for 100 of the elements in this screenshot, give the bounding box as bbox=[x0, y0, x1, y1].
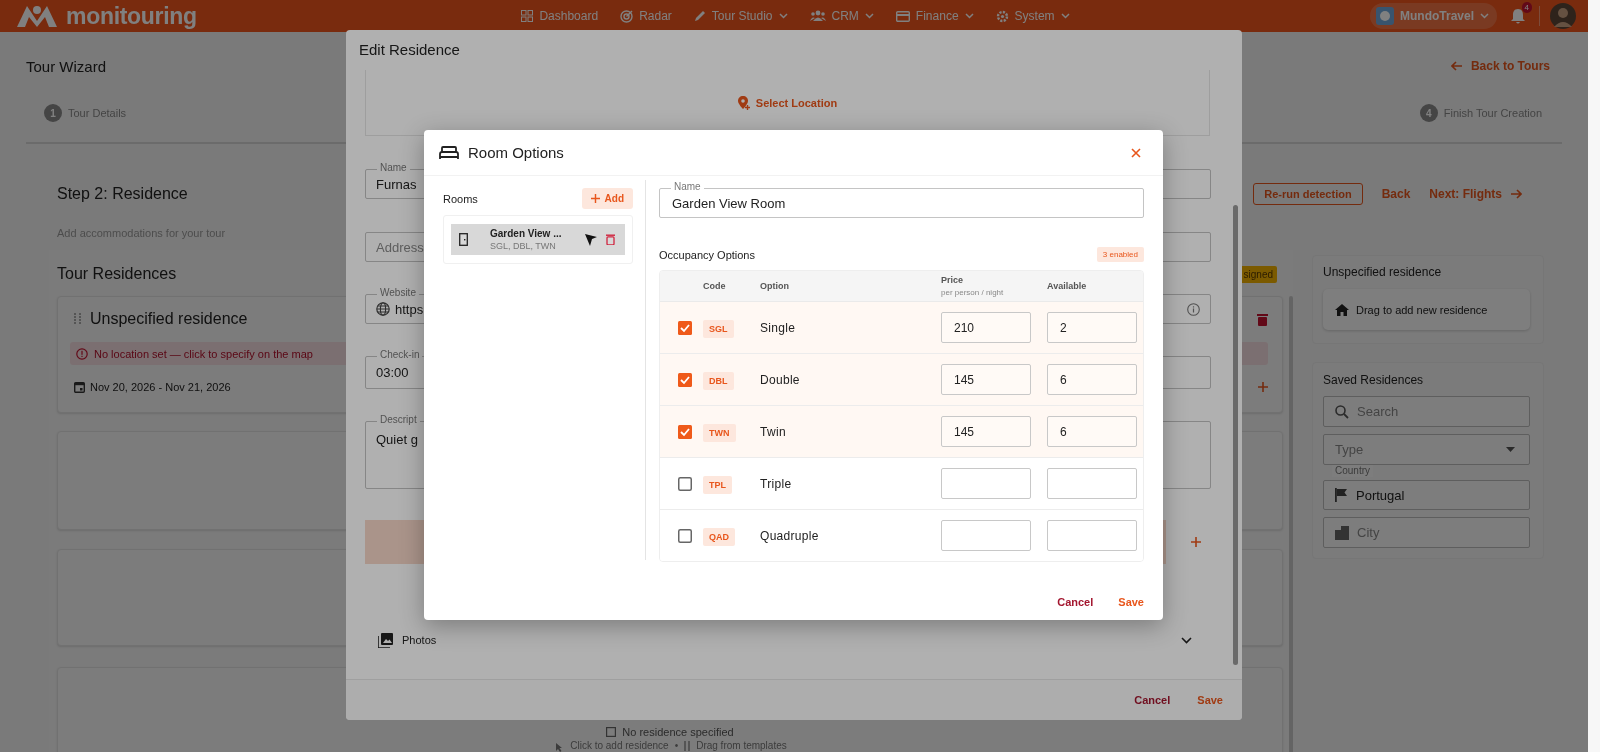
avatar-icon[interactable] bbox=[1550, 3, 1576, 29]
gear-icon bbox=[995, 9, 1009, 23]
price-input[interactable] bbox=[941, 520, 1031, 551]
nav-menu-item[interactable]: Tour Studio bbox=[693, 9, 788, 23]
search-field[interactable]: Search bbox=[1323, 396, 1530, 427]
people-icon bbox=[809, 10, 826, 22]
column-header: Available bbox=[1047, 281, 1088, 291]
door-icon bbox=[459, 233, 468, 246]
back-link[interactable]: Back to Tours bbox=[1450, 59, 1550, 73]
checkbox[interactable] bbox=[678, 424, 692, 439]
option-name: Quadruple bbox=[760, 528, 820, 543]
cancel-button[interactable]: Cancel bbox=[1057, 596, 1094, 608]
company-logo-icon bbox=[1376, 7, 1394, 25]
checkbox[interactable] bbox=[678, 372, 692, 387]
dialog-title: Edit Residence bbox=[358, 40, 461, 60]
nav-menu-item[interactable]: CRM bbox=[809, 9, 874, 23]
step-title: Step 2: Residence bbox=[57, 185, 188, 203]
trash-icon[interactable] bbox=[1257, 312, 1268, 326]
price-input[interactable]: 145 bbox=[941, 416, 1031, 447]
available-input[interactable] bbox=[1047, 468, 1137, 499]
option-name: Triple bbox=[760, 476, 793, 491]
column-header: Option bbox=[760, 281, 790, 291]
info-icon[interactable] bbox=[1187, 302, 1200, 316]
room-list-item[interactable]: Garden View ... SGL, DBL, TWN bbox=[451, 224, 625, 255]
trash-icon[interactable] bbox=[606, 234, 615, 245]
dialog-title: Room Options bbox=[468, 144, 564, 161]
code-tag: DBL bbox=[703, 371, 734, 390]
column-header: Price bbox=[941, 275, 965, 285]
nav-menu-item[interactable]: Radar bbox=[620, 9, 672, 23]
available-input[interactable]: 6 bbox=[1047, 364, 1137, 395]
save-button[interactable]: Save bbox=[1118, 596, 1144, 608]
code-tag: TPL bbox=[703, 475, 732, 494]
available-input[interactable] bbox=[1047, 520, 1137, 551]
flag-icon bbox=[1335, 488, 1348, 502]
count-badge: 3 enabled bbox=[1096, 247, 1144, 262]
type-select[interactable]: Type bbox=[1323, 434, 1530, 465]
notifications-button[interactable]: 4 bbox=[1507, 5, 1529, 27]
page-title: Tour Wizard bbox=[26, 57, 107, 75]
available-input[interactable]: 6 bbox=[1047, 416, 1137, 447]
room-codes: SGL, DBL, TWN bbox=[490, 239, 557, 252]
cancel-button[interactable]: Cancel bbox=[1134, 694, 1171, 706]
bed-icon bbox=[439, 145, 459, 160]
close-icon[interactable] bbox=[1131, 147, 1141, 158]
arrow-left-icon bbox=[1450, 61, 1463, 71]
available-input[interactable]: 2 bbox=[1047, 312, 1137, 343]
photos-section-header[interactable]: Photos bbox=[365, 625, 1192, 655]
empty-message: No residence specified bbox=[622, 725, 734, 739]
hint-text: Drag from templates bbox=[696, 739, 787, 752]
option-name: Single bbox=[760, 320, 797, 335]
residence-name: Unspecified residence bbox=[90, 310, 248, 328]
radar-icon bbox=[620, 9, 634, 23]
cursor-icon bbox=[584, 232, 598, 247]
checkbox[interactable] bbox=[678, 320, 692, 335]
action-button[interactable]: Re-run detection bbox=[1253, 183, 1363, 205]
save-button[interactable]: Save bbox=[1197, 694, 1223, 706]
drag-handle-icon[interactable] bbox=[74, 313, 82, 325]
checkbox[interactable] bbox=[678, 476, 692, 491]
option-name: Twin bbox=[760, 424, 787, 439]
price-input[interactable]: 145 bbox=[941, 364, 1031, 395]
section-title: Occupancy Options bbox=[659, 248, 755, 261]
price-input[interactable] bbox=[941, 468, 1031, 499]
action-button[interactable]: Next: Flights bbox=[1429, 187, 1522, 201]
select-location-link[interactable]: Select Location bbox=[737, 95, 838, 110]
separator-dot: • bbox=[674, 739, 679, 752]
images-icon bbox=[378, 632, 393, 648]
account-switcher[interactable]: MundoTravel bbox=[1370, 3, 1497, 29]
pin-icon bbox=[737, 95, 750, 110]
plus-icon[interactable] bbox=[1258, 382, 1268, 392]
error-icon bbox=[76, 347, 88, 360]
add-button[interactable]: Add bbox=[581, 188, 633, 209]
pen-icon bbox=[693, 10, 706, 22]
logo-mark-icon bbox=[15, 3, 59, 29]
checkbox[interactable] bbox=[678, 528, 692, 543]
hint-text: Click to add residence bbox=[570, 739, 669, 752]
nav-menu-item[interactable]: Dashboard bbox=[521, 9, 599, 23]
calendar-icon bbox=[74, 381, 85, 393]
panel-title: Unspecified residence bbox=[1323, 264, 1443, 280]
date-range: Nov 20, 2026 - Nov 21, 2026 bbox=[90, 381, 231, 393]
city-field[interactable]: City bbox=[1323, 517, 1530, 548]
column-header: Code bbox=[703, 281, 727, 291]
column-note: per person / night bbox=[941, 288, 1005, 297]
action-button[interactable]: Back bbox=[1381, 187, 1411, 201]
card-icon bbox=[895, 10, 910, 22]
code-tag: TWN bbox=[703, 423, 736, 442]
plus-icon bbox=[590, 194, 600, 203]
code-tag: QAD bbox=[703, 527, 735, 546]
caret-icon bbox=[1480, 13, 1489, 19]
scrollbar[interactable] bbox=[1588, 0, 1600, 752]
house-icon bbox=[1335, 303, 1349, 316]
section-title: Tour Residences bbox=[57, 265, 177, 283]
notification-count: 4 bbox=[1521, 2, 1532, 13]
drag-card[interactable]: Drag to add new residence bbox=[1323, 289, 1530, 330]
nav-menu-item[interactable]: Finance bbox=[895, 9, 974, 23]
room-name: Garden View ... bbox=[490, 227, 563, 240]
price-input[interactable]: 210 bbox=[941, 312, 1031, 343]
nav-menu-item[interactable]: System bbox=[995, 9, 1070, 23]
dropdown-caret-icon bbox=[1506, 447, 1515, 452]
logo-text: monitouring bbox=[66, 2, 197, 30]
plus-icon[interactable] bbox=[1191, 537, 1201, 547]
panel-title: Saved Residences bbox=[1323, 372, 1425, 388]
